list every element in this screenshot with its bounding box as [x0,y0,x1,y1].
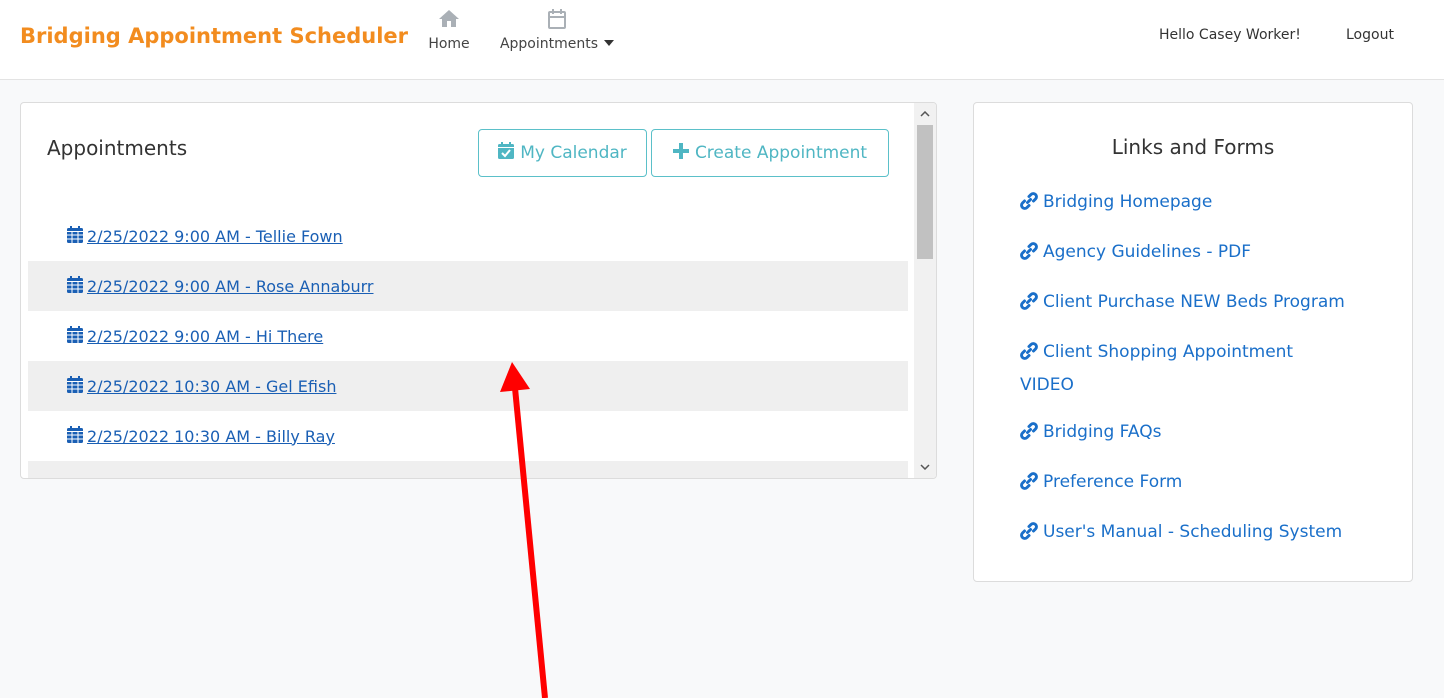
links-title: Links and Forms [1111,135,1275,159]
create-appointment-label: Create Appointment [694,143,868,163]
link-shopping-video[interactable]: Client Shopping Appointment VIDEO [1020,337,1340,400]
appointment-link[interactable]: 2/25/2022 10:30 AM - Billy Ray [87,427,335,446]
plus-icon [672,142,689,164]
appointment-link[interactable]: 2/25/2022 9:00 AM - Rose Annaburr [87,277,374,296]
logout-link[interactable]: Logout [1346,27,1394,43]
calendar-icon [67,225,83,247]
link-label: Client Shopping Appointment VIDEO [1020,342,1294,395]
link-icon [1020,420,1038,450]
appointments-card: Appointments My Calendar Create Appointm… [20,102,937,479]
list-item: 2/25/2022 10:30 AM - Gel Efish [28,361,908,411]
user-greeting: Hello Casey Worker! [1159,27,1301,43]
list-item: 2/25/2022 9:00 AM - Rose Annaburr [28,261,908,311]
link-bridging-homepage[interactable]: Bridging Homepage [1020,187,1390,220]
appointments-title: Appointments [47,136,188,160]
scroll-up-arrow-icon[interactable] [914,105,936,123]
scroll-down-arrow-icon[interactable] [914,458,936,476]
link-icon [1020,190,1038,220]
brand-title[interactable]: Bridging Appointment Scheduler [20,24,408,48]
calendar-icon [67,275,83,297]
link-label: Bridging FAQs [1043,422,1162,442]
link-icon [1020,470,1038,500]
calendar-icon [67,425,83,447]
my-calendar-label: My Calendar [520,143,627,163]
link-agency-guidelines[interactable]: Agency Guidelines - PDF [1020,237,1390,270]
appointment-list: 2/25/2022 9:00 AM - Tellie Fown 2/25/202… [28,211,908,478]
calendar-icon [67,476,83,478]
link-bridging-faqs[interactable]: Bridging FAQs [1020,417,1390,450]
calendar-icon [67,375,83,397]
list-item: 2/25/2022 10:30 AM - Billy Ray [28,411,908,461]
navbar: Bridging Appointment Scheduler Home Appo… [0,0,1444,80]
link-users-manual[interactable]: User's Manual - Scheduling System [1020,517,1390,550]
appointments-scroll-area[interactable]: Appointments My Calendar Create Appointm… [21,103,914,478]
appointment-link[interactable]: 2/25/2022 9:00 AM - Hi There [87,327,323,346]
links-forms-card: Links and Forms Bridging Homepage Agency… [973,102,1413,582]
link-new-beds-program[interactable]: Client Purchase NEW Beds Program [1020,287,1390,320]
calendar-icon [67,325,83,347]
nav-appointments-dropdown[interactable]: Appointments [492,8,622,52]
scrollbar-thumb[interactable] [917,125,933,259]
appointments-scrollbar[interactable] [914,103,936,478]
list-item: 2/25/2022 9:00 AM - Hi There [28,311,908,361]
nav-home-label: Home [428,36,470,52]
link-icon [1020,340,1038,370]
link-label: Bridging Homepage [1043,192,1213,212]
list-item: 2/25/2022 9:00 AM - Tellie Fown [28,211,908,261]
link-icon [1020,290,1038,320]
calendar-icon [492,8,622,32]
link-icon [1020,240,1038,270]
link-label: User's Manual - Scheduling System [1043,522,1343,542]
link-icon [1020,520,1038,550]
link-preference-form[interactable]: Preference Form [1020,467,1390,500]
appointment-link[interactable]: 2/25/2022 10:30 AM - Gel Efish [87,377,336,396]
link-label: Preference Form [1043,472,1183,492]
my-calendar-button[interactable]: My Calendar [478,129,647,177]
appointment-link[interactable]: 2/25/2022 9:00 AM - Tellie Fown [87,227,343,246]
caret-down-icon [604,40,615,46]
nav-appointments-label: Appointments [499,36,599,52]
home-icon [424,8,474,32]
link-label: Agency Guidelines - PDF [1043,242,1251,262]
calendar-check-icon [498,142,515,164]
nav-home[interactable]: Home [424,8,474,52]
list-item-partial [28,461,908,478]
create-appointment-button[interactable]: Create Appointment [651,129,889,177]
link-label: Client Purchase NEW Beds Program [1043,292,1345,312]
